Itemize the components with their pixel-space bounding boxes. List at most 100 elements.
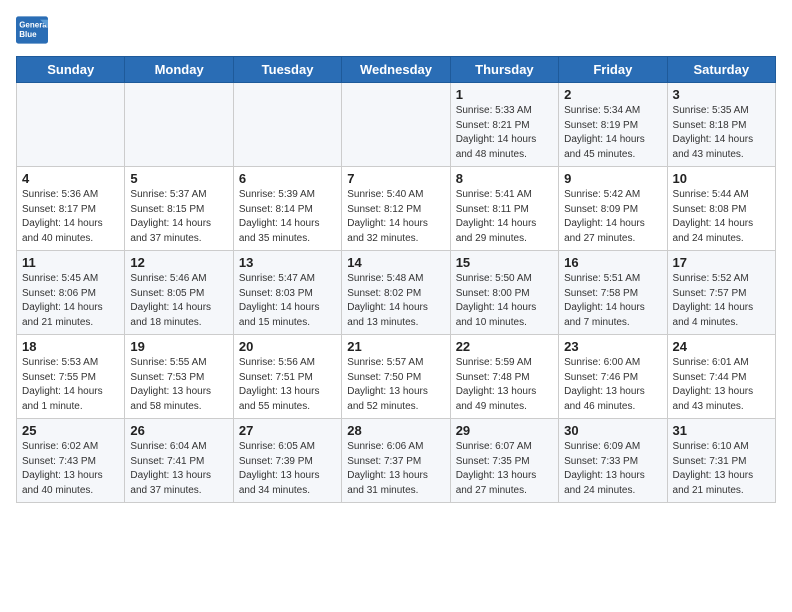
day-info: Sunrise: 5:56 AM Sunset: 7:51 PM Dayligh…	[239, 356, 336, 414]
calendar-cell: 13 Sunrise: 5:47 AM Sunset: 8:03 PM Dayli…	[233, 251, 341, 335]
calendar-cell: 3Sunrise: 5:35 AM Sunset: 8:18 PM Daylig…	[667, 83, 775, 167]
calendar-cell: 25 Sunrise: 6:02 AM Sunset: 7:43 PM Dayli…	[17, 419, 125, 503]
day-number: 2	[564, 87, 661, 102]
day-number: 6	[239, 171, 336, 186]
day-info: Sunrise: 5:36 AM Sunset: 8:17 PM Dayligh…	[22, 188, 119, 246]
calendar-week-row: 4 Sunrise: 5:36 AM Sunset: 8:17 PM Daylig…	[17, 167, 776, 251]
day-info: Sunrise: 5:44 AM Sunset: 8:08 PM Dayligh…	[673, 188, 770, 246]
calendar-cell	[342, 83, 450, 167]
logo-icon: General Blue	[16, 16, 48, 44]
day-number: 11	[22, 255, 119, 270]
calendar-cell: 17 Sunrise: 5:52 AM Sunset: 7:57 PM Dayli…	[667, 251, 775, 335]
weekday-header-thursday: Thursday	[450, 57, 558, 83]
weekday-header-sunday: Sunday	[17, 57, 125, 83]
day-info: Sunrise: 5:45 AM Sunset: 8:06 PM Dayligh…	[22, 272, 119, 330]
day-number: 21	[347, 339, 444, 354]
day-info: Sunrise: 5:47 AM Sunset: 8:03 PM Dayligh…	[239, 272, 336, 330]
day-number: 28	[347, 423, 444, 438]
day-number: 7	[347, 171, 444, 186]
weekday-header-wednesday: Wednesday	[342, 57, 450, 83]
day-number: 26	[130, 423, 227, 438]
day-number: 5	[130, 171, 227, 186]
day-number: 13	[239, 255, 336, 270]
day-number: 25	[22, 423, 119, 438]
day-info: Sunrise: 5:57 AM Sunset: 7:50 PM Dayligh…	[347, 356, 444, 414]
weekday-header-friday: Friday	[559, 57, 667, 83]
day-info: Sunrise: 5:55 AM Sunset: 7:53 PM Dayligh…	[130, 356, 227, 414]
day-number: 10	[673, 171, 770, 186]
calendar-cell: 5 Sunrise: 5:37 AM Sunset: 8:15 PM Daylig…	[125, 167, 233, 251]
day-number: 17	[673, 255, 770, 270]
calendar-week-row: 11 Sunrise: 5:45 AM Sunset: 8:06 PM Dayli…	[17, 251, 776, 335]
calendar-cell: 29 Sunrise: 6:07 AM Sunset: 7:35 PM Dayli…	[450, 419, 558, 503]
calendar-cell: 16 Sunrise: 5:51 AM Sunset: 7:58 PM Dayli…	[559, 251, 667, 335]
calendar-cell	[233, 83, 341, 167]
calendar-cell: 22 Sunrise: 5:59 AM Sunset: 7:48 PM Dayli…	[450, 335, 558, 419]
day-info: Sunrise: 5:41 AM Sunset: 8:11 PM Dayligh…	[456, 188, 553, 246]
day-info: Sunrise: 6:06 AM Sunset: 7:37 PM Dayligh…	[347, 440, 444, 498]
calendar-cell	[17, 83, 125, 167]
calendar-cell: 26 Sunrise: 6:04 AM Sunset: 7:41 PM Dayli…	[125, 419, 233, 503]
day-info: Sunrise: 6:09 AM Sunset: 7:33 PM Dayligh…	[564, 440, 661, 498]
day-info: Sunrise: 5:46 AM Sunset: 8:05 PM Dayligh…	[130, 272, 227, 330]
day-number: 14	[347, 255, 444, 270]
day-number: 23	[564, 339, 661, 354]
day-number: 8	[456, 171, 553, 186]
day-info: Sunrise: 5:53 AM Sunset: 7:55 PM Dayligh…	[22, 356, 119, 414]
weekday-header-tuesday: Tuesday	[233, 57, 341, 83]
day-info: Sunrise: 5:59 AM Sunset: 7:48 PM Dayligh…	[456, 356, 553, 414]
calendar-cell: 18Sunrise: 5:53 AM Sunset: 7:55 PM Dayli…	[17, 335, 125, 419]
day-number: 29	[456, 423, 553, 438]
day-info: Sunrise: 5:48 AM Sunset: 8:02 PM Dayligh…	[347, 272, 444, 330]
calendar-cell: 15 Sunrise: 5:50 AM Sunset: 8:00 PM Dayli…	[450, 251, 558, 335]
weekday-header-row: SundayMondayTuesdayWednesdayThursdayFrid…	[17, 57, 776, 83]
calendar-cell: 30 Sunrise: 6:09 AM Sunset: 7:33 PM Dayli…	[559, 419, 667, 503]
day-info: Sunrise: 6:07 AM Sunset: 7:35 PM Dayligh…	[456, 440, 553, 498]
day-number: 27	[239, 423, 336, 438]
day-info: Sunrise: 5:33 AM Sunset: 8:21 PM Dayligh…	[456, 104, 553, 162]
day-info: Sunrise: 6:01 AM Sunset: 7:44 PM Dayligh…	[673, 356, 770, 414]
day-info: Sunrise: 5:42 AM Sunset: 8:09 PM Dayligh…	[564, 188, 661, 246]
calendar-cell: 19 Sunrise: 5:55 AM Sunset: 7:53 PM Dayli…	[125, 335, 233, 419]
day-info: Sunrise: 6:02 AM Sunset: 7:43 PM Dayligh…	[22, 440, 119, 498]
weekday-header-monday: Monday	[125, 57, 233, 83]
day-number: 20	[239, 339, 336, 354]
svg-text:Blue: Blue	[19, 30, 37, 39]
calendar-cell: 23 Sunrise: 6:00 AM Sunset: 7:46 PM Dayli…	[559, 335, 667, 419]
day-info: Sunrise: 6:10 AM Sunset: 7:31 PM Dayligh…	[673, 440, 770, 498]
day-info: Sunrise: 5:51 AM Sunset: 7:58 PM Dayligh…	[564, 272, 661, 330]
day-number: 1	[456, 87, 553, 102]
calendar-cell: 11 Sunrise: 5:45 AM Sunset: 8:06 PM Dayli…	[17, 251, 125, 335]
calendar-cell: 14 Sunrise: 5:48 AM Sunset: 8:02 PM Dayli…	[342, 251, 450, 335]
day-number: 22	[456, 339, 553, 354]
day-info: Sunrise: 6:00 AM Sunset: 7:46 PM Dayligh…	[564, 356, 661, 414]
day-number: 19	[130, 339, 227, 354]
calendar-cell: 24 Sunrise: 6:01 AM Sunset: 7:44 PM Dayli…	[667, 335, 775, 419]
calendar-cell: 10 Sunrise: 5:44 AM Sunset: 8:08 PM Dayli…	[667, 167, 775, 251]
day-info: Sunrise: 5:39 AM Sunset: 8:14 PM Dayligh…	[239, 188, 336, 246]
calendar-cell: 31 Sunrise: 6:10 AM Sunset: 7:31 PM Dayli…	[667, 419, 775, 503]
day-number: 4	[22, 171, 119, 186]
day-info: Sunrise: 5:37 AM Sunset: 8:15 PM Dayligh…	[130, 188, 227, 246]
day-number: 31	[673, 423, 770, 438]
day-info: Sunrise: 5:34 AM Sunset: 8:19 PM Dayligh…	[564, 104, 661, 162]
calendar-cell: 20 Sunrise: 5:56 AM Sunset: 7:51 PM Dayli…	[233, 335, 341, 419]
calendar-cell: 6 Sunrise: 5:39 AM Sunset: 8:14 PM Daylig…	[233, 167, 341, 251]
calendar-cell: 27 Sunrise: 6:05 AM Sunset: 7:39 PM Dayli…	[233, 419, 341, 503]
day-info: Sunrise: 5:52 AM Sunset: 7:57 PM Dayligh…	[673, 272, 770, 330]
day-number: 9	[564, 171, 661, 186]
day-info: Sunrise: 5:50 AM Sunset: 8:00 PM Dayligh…	[456, 272, 553, 330]
calendar-cell: 4 Sunrise: 5:36 AM Sunset: 8:17 PM Daylig…	[17, 167, 125, 251]
day-number: 30	[564, 423, 661, 438]
calendar-week-row: 18Sunrise: 5:53 AM Sunset: 7:55 PM Dayli…	[17, 335, 776, 419]
calendar-cell: 28 Sunrise: 6:06 AM Sunset: 7:37 PM Dayli…	[342, 419, 450, 503]
day-info: Sunrise: 6:05 AM Sunset: 7:39 PM Dayligh…	[239, 440, 336, 498]
calendar-week-row: 1 Sunrise: 5:33 AM Sunset: 8:21 PM Daylig…	[17, 83, 776, 167]
day-number: 15	[456, 255, 553, 270]
calendar-cell: 9 Sunrise: 5:42 AM Sunset: 8:09 PM Daylig…	[559, 167, 667, 251]
calendar-cell: 2 Sunrise: 5:34 AM Sunset: 8:19 PM Daylig…	[559, 83, 667, 167]
day-number: 16	[564, 255, 661, 270]
day-info: Sunrise: 5:40 AM Sunset: 8:12 PM Dayligh…	[347, 188, 444, 246]
day-info: Sunrise: 6:04 AM Sunset: 7:41 PM Dayligh…	[130, 440, 227, 498]
day-number: 24	[673, 339, 770, 354]
